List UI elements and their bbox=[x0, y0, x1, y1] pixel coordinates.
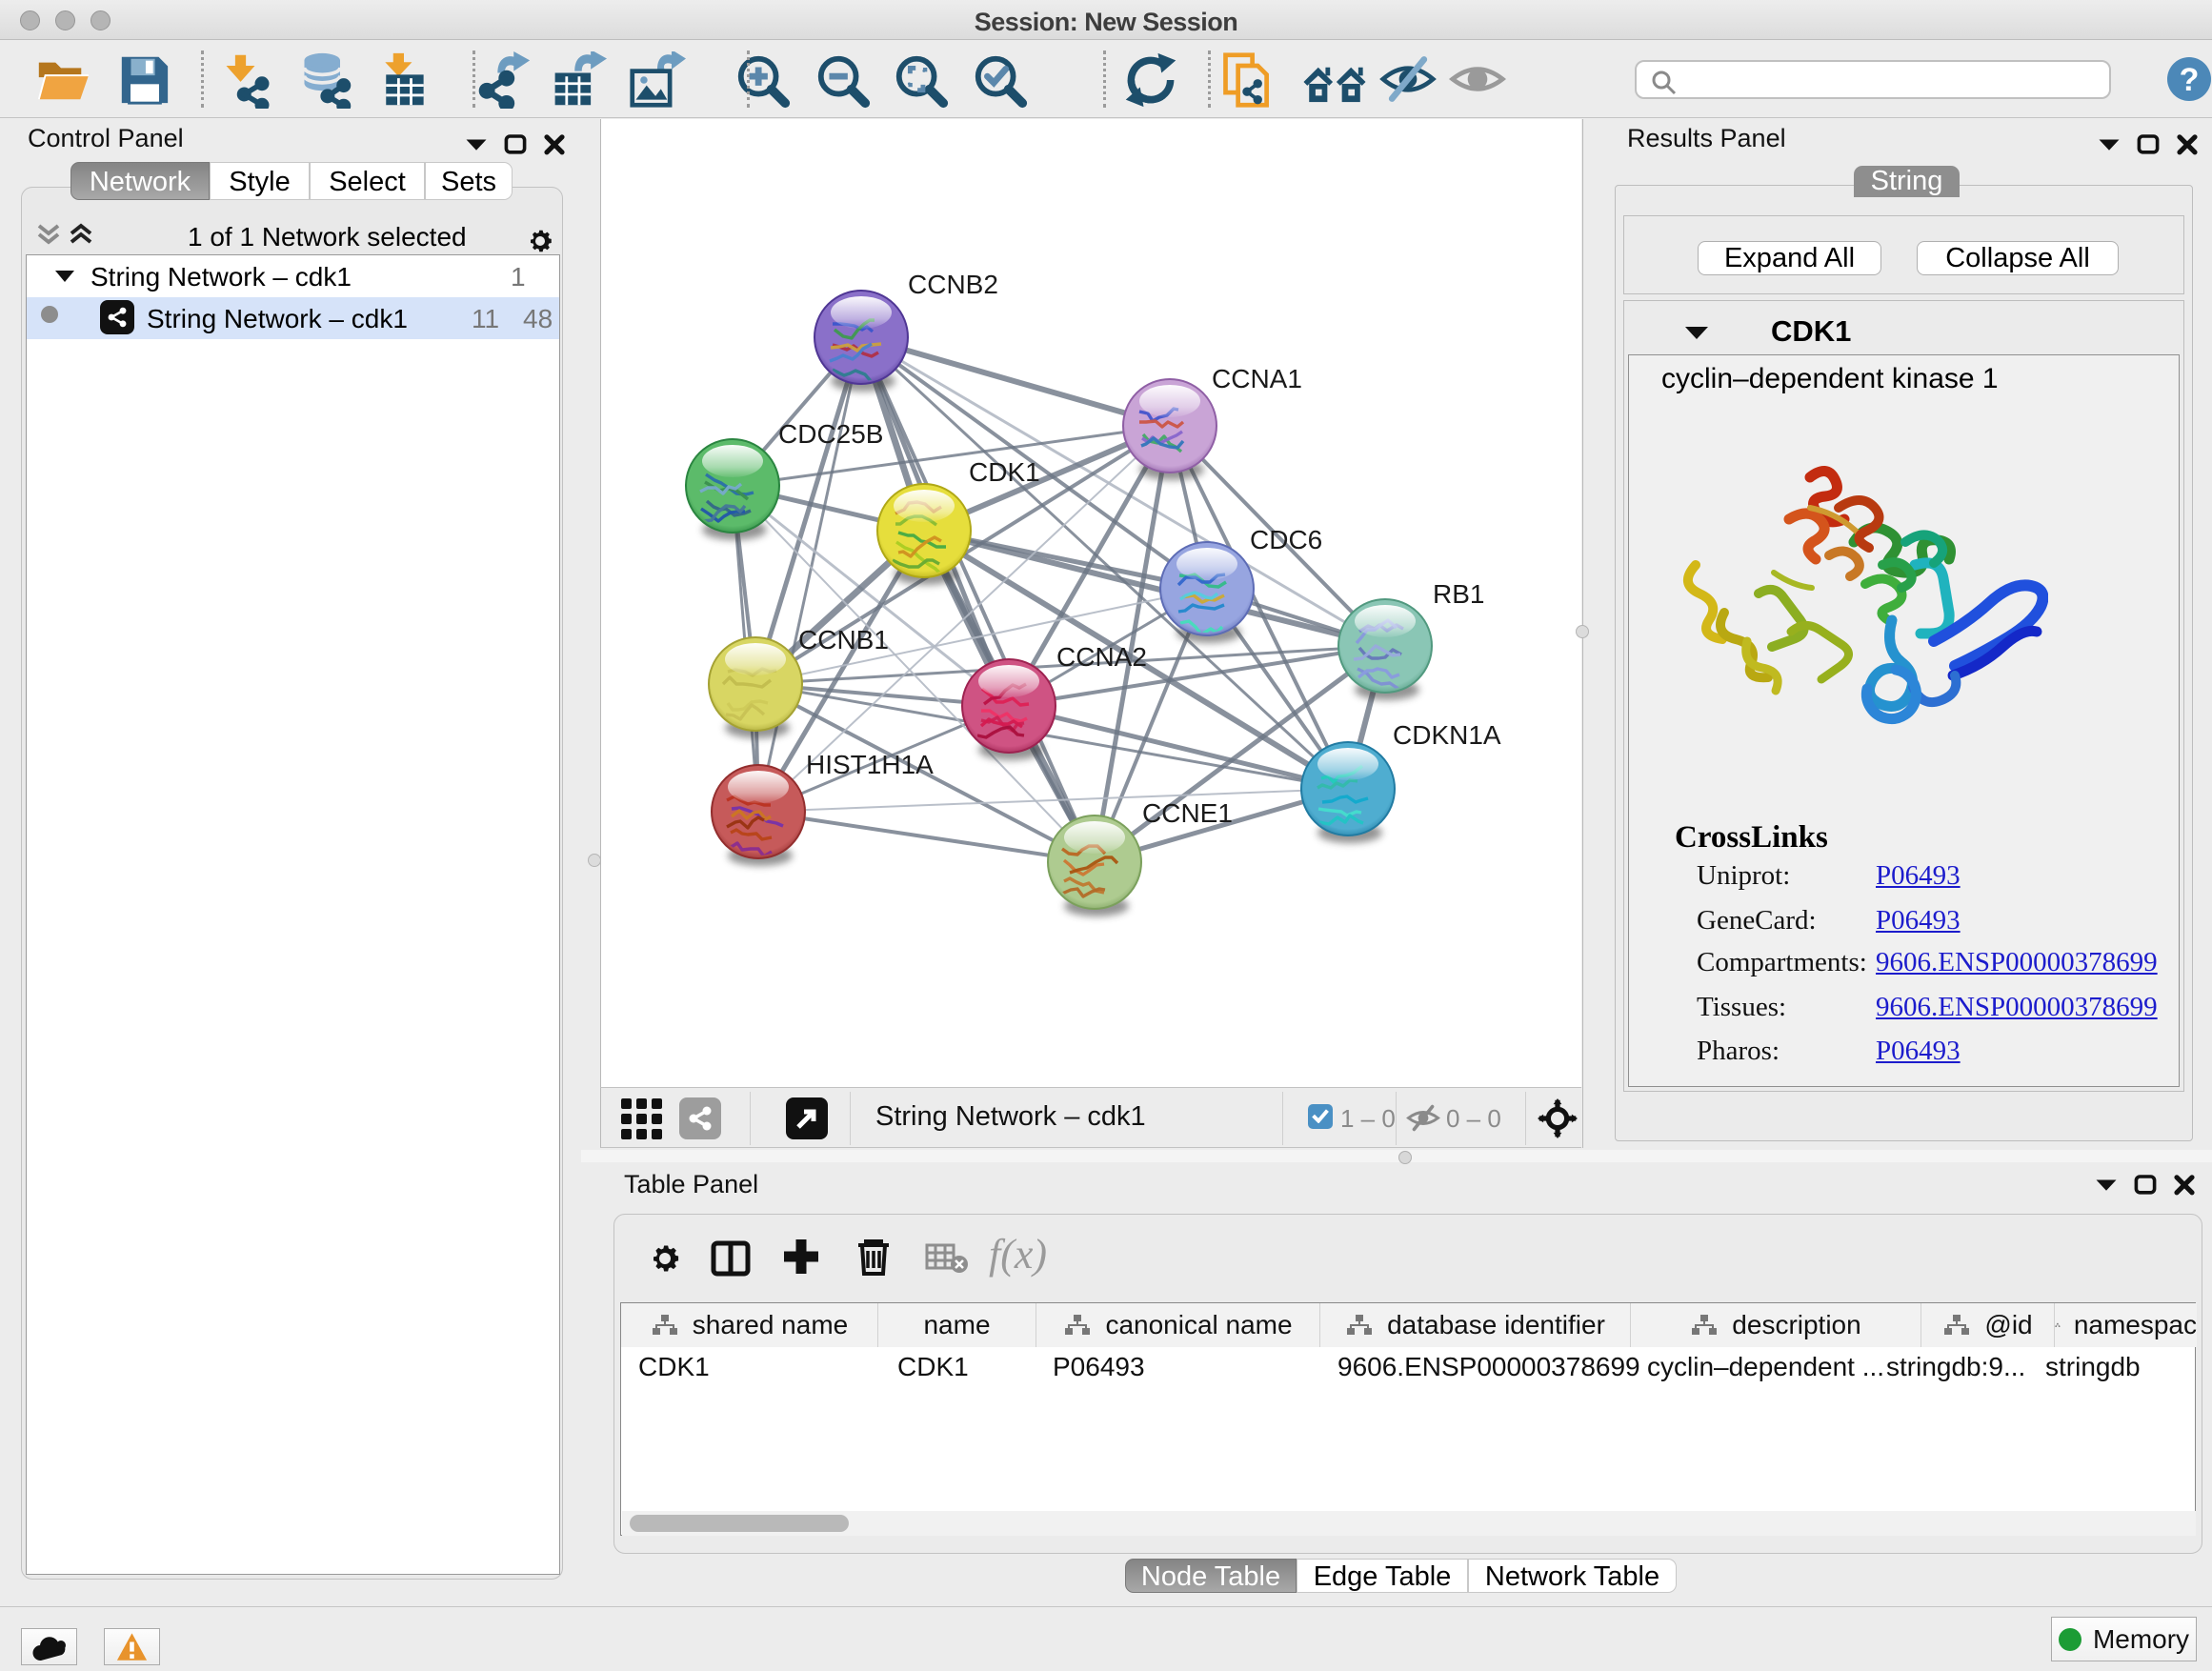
svg-text:CCNE1: CCNE1 bbox=[1142, 798, 1233, 828]
svg-text:RB1: RB1 bbox=[1433, 579, 1484, 609]
svg-text:CCNB2: CCNB2 bbox=[908, 270, 998, 299]
svg-text:CCNA1: CCNA1 bbox=[1212, 364, 1302, 393]
svg-text:CDKN1A: CDKN1A bbox=[1393, 720, 1501, 750]
svg-text:CCNB1: CCNB1 bbox=[798, 625, 889, 654]
svg-text:CCNA2: CCNA2 bbox=[1056, 642, 1147, 672]
svg-text:HIST1H1A: HIST1H1A bbox=[806, 750, 934, 779]
svg-text:CDC25B: CDC25B bbox=[778, 419, 883, 449]
svg-text:CDK1: CDK1 bbox=[969, 457, 1040, 487]
svg-text:CDC6: CDC6 bbox=[1250, 525, 1322, 554]
svg-text:?: ? bbox=[2180, 62, 2200, 98]
